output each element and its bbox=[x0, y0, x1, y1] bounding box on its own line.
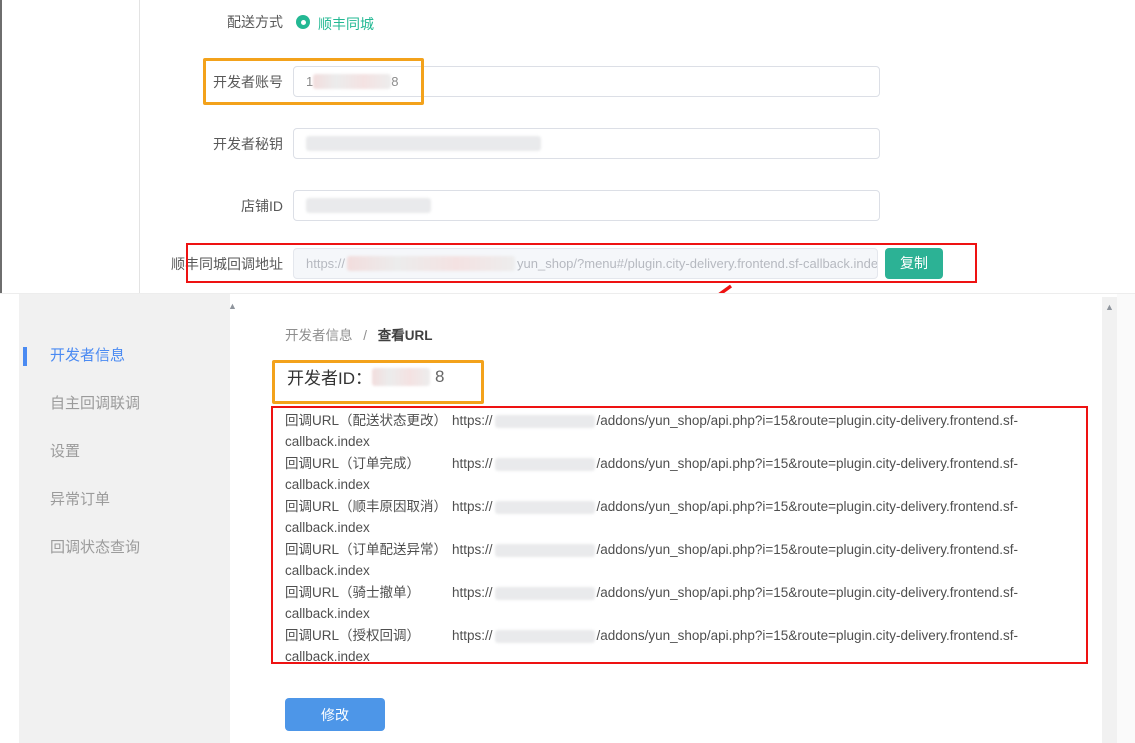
delivery-method-label: 配送方式 bbox=[123, 14, 283, 30]
callback-url-value: https:///addons/yun_shop/api.php?i=15&ro… bbox=[452, 539, 1018, 560]
callback-url-row: 回调URL（授权回调） https:///addons/yun_shop/api… bbox=[285, 625, 1085, 667]
callback-url-wrap: callback.index bbox=[285, 603, 1085, 624]
sidebar-item-abnormal-orders[interactable]: 异常订单 bbox=[50, 491, 110, 509]
callback-url-wrap: callback.index bbox=[285, 646, 1085, 667]
callback-url-wrap: callback.index bbox=[285, 560, 1085, 581]
redacted-domain bbox=[495, 544, 595, 557]
scroll-up-icon[interactable]: ▲ bbox=[228, 300, 237, 312]
sidebar-item-callback-status-query[interactable]: 回调状态查询 bbox=[50, 539, 140, 557]
developer-account-value-start: 1 bbox=[306, 74, 313, 89]
callback-url-value: https:///addons/yun_shop/api.php?i=15&ro… bbox=[452, 496, 1018, 517]
callback-url-list: 回调URL（配送状态更改） https:///addons/yun_shop/a… bbox=[285, 410, 1085, 668]
callback-url-row-label: 回调URL（顺丰原因取消） bbox=[285, 496, 452, 517]
callback-url-row: 回调URL（顺丰原因取消） https:///addons/yun_shop/a… bbox=[285, 496, 1085, 538]
copy-button[interactable]: 复制 bbox=[885, 248, 943, 279]
redacted-domain bbox=[495, 630, 595, 643]
callback-url-row-label: 回调URL（配送状态更改） bbox=[285, 410, 452, 431]
breadcrumb-current: 查看URL bbox=[378, 328, 433, 343]
callback-url-row: 回调URL（订单完成） https:///addons/yun_shop/api… bbox=[285, 453, 1085, 495]
sidebar-item-settings[interactable]: 设置 bbox=[50, 443, 80, 461]
shop-id-input[interactable] bbox=[293, 190, 880, 221]
redacted-secret-value bbox=[306, 136, 541, 151]
delivery-method-option[interactable]: 顺丰同城 bbox=[318, 14, 374, 34]
shop-id-label: 店铺ID bbox=[123, 198, 283, 214]
scroll-up-icon[interactable]: ▲ bbox=[1105, 301, 1114, 313]
redacted-domain bbox=[347, 256, 515, 271]
redacted-domain bbox=[495, 501, 595, 514]
sidebar-item-self-callback-debug[interactable]: 自主回调联调 bbox=[50, 395, 140, 413]
callback-url-prefix: https:// bbox=[306, 256, 345, 271]
developer-id-value-end: 8 bbox=[435, 367, 444, 387]
developer-account-value-end: 8 bbox=[391, 74, 398, 89]
breadcrumb-parent[interactable]: 开发者信息 bbox=[285, 328, 353, 343]
callback-address-label: 顺丰同城回调地址 bbox=[123, 256, 283, 272]
redacted-account-value bbox=[313, 74, 391, 89]
callback-url-row-label: 回调URL（订单配送异常） bbox=[285, 539, 452, 560]
modify-button[interactable]: 修改 bbox=[285, 698, 385, 731]
developer-id-label: 开发者ID： bbox=[287, 364, 372, 389]
developer-info-panel: 开发者信息 自主回调联调 设置 异常订单 回调状态查询 ▲ ▲ 开发者信息 / … bbox=[0, 293, 1135, 743]
developer-secret-input[interactable] bbox=[293, 128, 880, 159]
active-item-indicator bbox=[23, 347, 27, 366]
redacted-domain bbox=[495, 415, 595, 428]
developer-settings-form: 配送方式 顺丰同城 开发者账号 1 8 开发者秘钥 店铺ID 顺丰同城回调地址 … bbox=[0, 0, 1135, 293]
callback-url-wrap: callback.index bbox=[285, 474, 1085, 495]
callback-url-suffix: yun_shop/?menu#/plugin.city-delivery.fro… bbox=[517, 256, 878, 271]
redacted-developer-id bbox=[372, 368, 430, 386]
callback-url-value: https:///addons/yun_shop/api.php?i=15&ro… bbox=[452, 582, 1018, 603]
screenshot-root: 配送方式 顺丰同城 开发者账号 1 8 开发者秘钥 店铺ID 顺丰同城回调地址 … bbox=[0, 0, 1135, 743]
developer-account-label: 开发者账号 bbox=[123, 74, 283, 90]
callback-url-row: 回调URL（骑士撤单） https:///addons/yun_shop/api… bbox=[285, 582, 1085, 624]
callback-url-row-label: 回调URL（骑士撤单） bbox=[285, 582, 452, 603]
scrollbar-track[interactable]: ▲ bbox=[1102, 297, 1117, 743]
sidebar: 开发者信息 自主回调联调 设置 异常订单 回调状态查询 bbox=[19, 294, 230, 743]
radio-selected-icon[interactable] bbox=[296, 15, 310, 29]
breadcrumb: 开发者信息 / 查看URL bbox=[285, 324, 433, 344]
callback-url-value: https:///addons/yun_shop/api.php?i=15&ro… bbox=[452, 410, 1018, 431]
callback-url-row: 回调URL（订单配送异常） https:///addons/yun_shop/a… bbox=[285, 539, 1085, 581]
callback-url-value: https:///addons/yun_shop/api.php?i=15&ro… bbox=[452, 453, 1018, 474]
callback-url-row: 回调URL（配送状态更改） https:///addons/yun_shop/a… bbox=[285, 410, 1085, 452]
callback-url-wrap: callback.index bbox=[285, 517, 1085, 538]
right-gutter bbox=[1117, 294, 1135, 743]
developer-account-input[interactable]: 1 8 bbox=[293, 66, 880, 97]
developer-secret-label: 开发者秘钥 bbox=[123, 136, 283, 152]
callback-address-input[interactable]: https:// yun_shop/?menu#/plugin.city-del… bbox=[293, 248, 878, 279]
callback-url-wrap: callback.index bbox=[285, 431, 1085, 452]
callback-url-row-label: 回调URL（订单完成） bbox=[285, 453, 452, 474]
callback-url-row-label: 回调URL（授权回调） bbox=[285, 625, 452, 646]
redacted-shop-id-value bbox=[306, 198, 431, 213]
redacted-domain bbox=[495, 587, 595, 600]
developer-id-row: 开发者ID： 8 bbox=[287, 364, 444, 389]
callback-url-value: https:///addons/yun_shop/api.php?i=15&ro… bbox=[452, 625, 1018, 646]
breadcrumb-separator: / bbox=[363, 328, 367, 343]
sidebar-item-developer-info[interactable]: 开发者信息 bbox=[50, 347, 125, 365]
redacted-domain bbox=[495, 458, 595, 471]
left-edge-divider bbox=[0, 0, 2, 293]
